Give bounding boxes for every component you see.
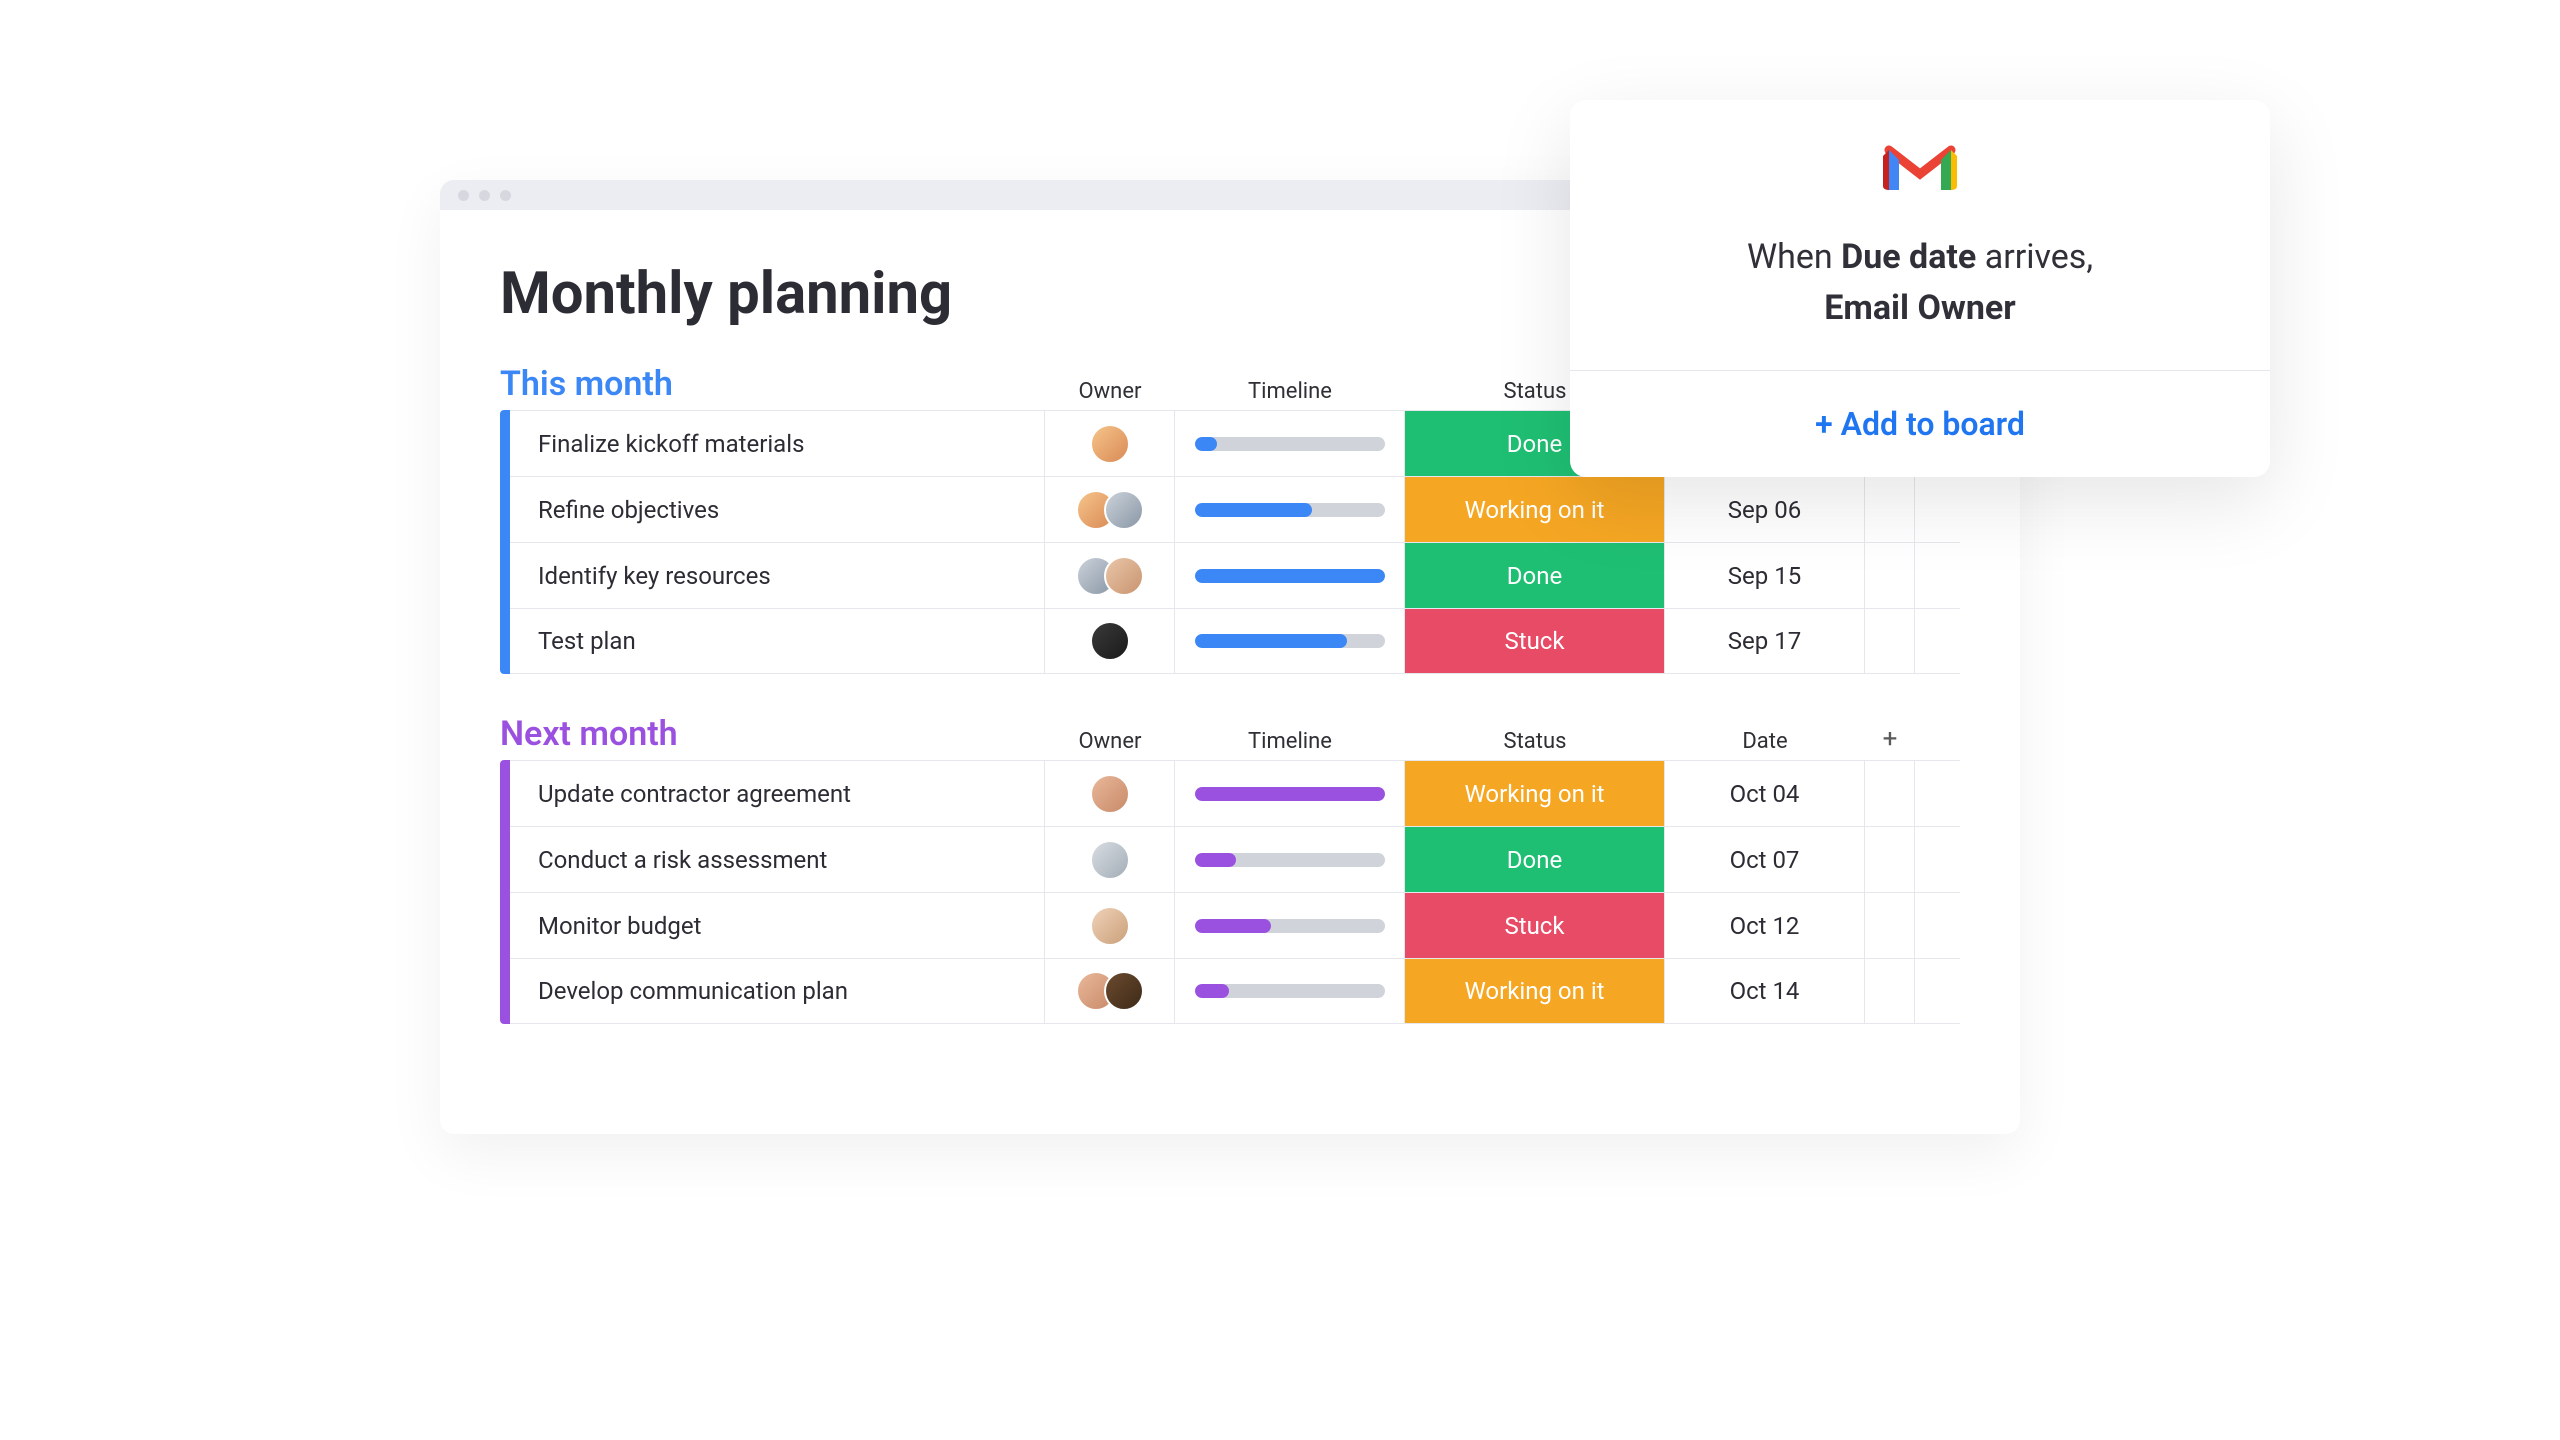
row-extra-cell — [1865, 609, 1915, 673]
avatar[interactable] — [1104, 490, 1144, 530]
task-name[interactable]: Refine objectives — [510, 477, 1045, 542]
status-cell[interactable]: Working on it — [1405, 477, 1665, 542]
timeline-cell[interactable] — [1175, 959, 1405, 1023]
status-cell[interactable]: Done — [1405, 543, 1665, 608]
table-row[interactable]: Refine objectives Working on it Sep 06 — [510, 476, 1960, 542]
automation-text-pre: When — [1747, 237, 1841, 277]
timeline-cell[interactable] — [1175, 761, 1405, 826]
automation-text-post: arrives, — [1976, 237, 2093, 277]
timeline-cell[interactable] — [1175, 827, 1405, 892]
automation-text-trigger: Due date — [1841, 237, 1976, 277]
table-row[interactable]: Update contractor agreement Working on i… — [510, 760, 1960, 826]
gmail-icon — [1883, 140, 1957, 198]
owner-cell[interactable] — [1045, 893, 1175, 958]
column-header-timeline[interactable]: Timeline — [1175, 379, 1405, 404]
date-cell[interactable]: Oct 12 — [1665, 893, 1865, 958]
add-column-button[interactable]: + — [1865, 724, 1915, 754]
owner-cell[interactable] — [1045, 411, 1175, 476]
column-header-owner[interactable]: Owner — [1045, 729, 1175, 754]
task-name[interactable]: Test plan — [510, 609, 1045, 673]
table-row[interactable]: Identify key resources Done Sep 15 — [510, 542, 1960, 608]
row-extra-cell — [1865, 893, 1915, 958]
group-title[interactable]: Next month — [500, 714, 1045, 754]
status-cell[interactable]: Done — [1405, 827, 1665, 892]
date-cell[interactable]: Oct 07 — [1665, 827, 1865, 892]
row-extra-cell — [1865, 477, 1915, 542]
timeline-cell[interactable] — [1175, 893, 1405, 958]
timeline-cell[interactable] — [1175, 543, 1405, 608]
status-cell[interactable]: Stuck — [1405, 609, 1665, 673]
avatar[interactable] — [1104, 971, 1144, 1011]
task-table-next-month: Update contractor agreement Working on i… — [500, 760, 1960, 1024]
owner-cell[interactable] — [1045, 761, 1175, 826]
date-cell[interactable]: Oct 04 — [1665, 761, 1865, 826]
task-name[interactable]: Conduct a risk assessment — [510, 827, 1045, 892]
row-extra-cell — [1865, 959, 1915, 1023]
avatar[interactable] — [1090, 424, 1130, 464]
row-extra-cell — [1865, 543, 1915, 608]
automation-text-action: Email Owner — [1824, 288, 2016, 328]
avatar[interactable] — [1090, 774, 1130, 814]
window-control-dot[interactable] — [479, 190, 490, 201]
table-row[interactable]: Monitor budget Stuck Oct 12 — [510, 892, 1960, 958]
date-cell[interactable]: Sep 15 — [1665, 543, 1865, 608]
timeline-cell[interactable] — [1175, 477, 1405, 542]
status-cell[interactable]: Working on it — [1405, 959, 1665, 1023]
column-header-owner[interactable]: Owner — [1045, 379, 1175, 404]
owner-cell[interactable] — [1045, 827, 1175, 892]
avatar[interactable] — [1090, 906, 1130, 946]
task-name[interactable]: Develop communication plan — [510, 959, 1045, 1023]
window-control-dot[interactable] — [500, 190, 511, 201]
automation-rule-text: When Due date arrives, Email Owner — [1600, 232, 2240, 334]
owner-cell[interactable] — [1045, 959, 1175, 1023]
avatar[interactable] — [1090, 621, 1130, 661]
column-header-date[interactable]: Date — [1665, 729, 1865, 754]
task-name[interactable]: Identify key resources — [510, 543, 1045, 608]
timeline-cell[interactable] — [1175, 411, 1405, 476]
table-row[interactable]: Conduct a risk assessment Done Oct 07 — [510, 826, 1960, 892]
table-row[interactable]: Test plan Stuck Sep 17 — [510, 608, 1960, 674]
timeline-cell[interactable] — [1175, 609, 1405, 673]
status-cell[interactable]: Stuck — [1405, 893, 1665, 958]
table-row[interactable]: Develop communication plan Working on it… — [510, 958, 1960, 1024]
owner-cell[interactable] — [1045, 543, 1175, 608]
date-cell[interactable]: Sep 17 — [1665, 609, 1865, 673]
task-name[interactable]: Finalize kickoff materials — [510, 411, 1045, 476]
row-extra-cell — [1865, 761, 1915, 826]
column-header-status[interactable]: Status — [1405, 729, 1665, 754]
avatar[interactable] — [1090, 840, 1130, 880]
status-cell[interactable]: Working on it — [1405, 761, 1665, 826]
group-header-next-month: Next month Owner Timeline Status Date + — [500, 714, 1960, 754]
add-to-board-button[interactable]: + Add to board — [1600, 371, 2240, 477]
avatar[interactable] — [1104, 556, 1144, 596]
date-cell[interactable]: Sep 06 — [1665, 477, 1865, 542]
column-header-timeline[interactable]: Timeline — [1175, 729, 1405, 754]
group-title[interactable]: This month — [500, 364, 1045, 404]
automation-card: When Due date arrives, Email Owner + Add… — [1570, 100, 2270, 477]
window-control-dot[interactable] — [458, 190, 469, 201]
task-name[interactable]: Update contractor agreement — [510, 761, 1045, 826]
date-cell[interactable]: Oct 14 — [1665, 959, 1865, 1023]
owner-cell[interactable] — [1045, 477, 1175, 542]
task-name[interactable]: Monitor budget — [510, 893, 1045, 958]
row-extra-cell — [1865, 827, 1915, 892]
owner-cell[interactable] — [1045, 609, 1175, 673]
